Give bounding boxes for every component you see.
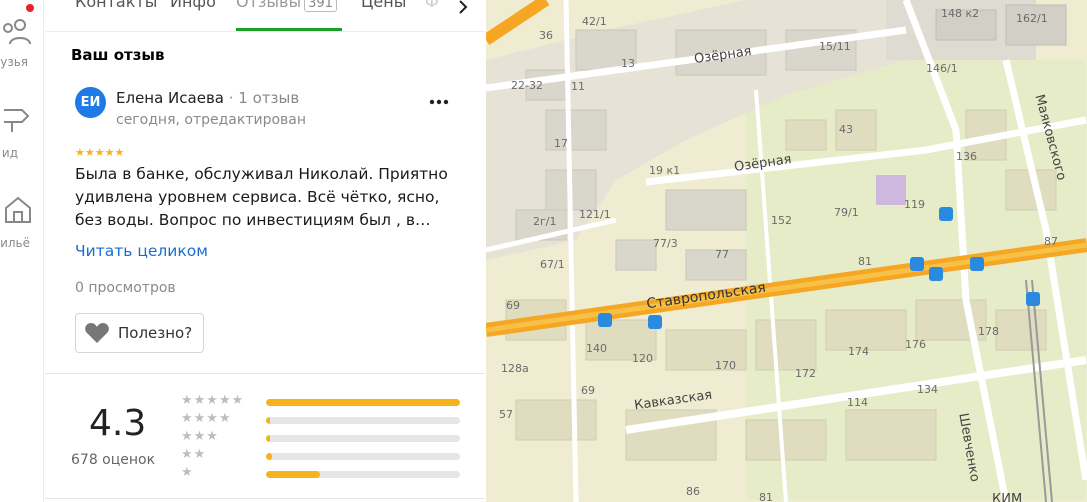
review-author: Елена Исаева · 1 отзыв <box>116 89 299 107</box>
dist-stars: ★★ <box>181 447 207 462</box>
dist-fill <box>266 453 272 460</box>
friends-icon <box>3 19 31 45</box>
house-number: 11 <box>571 80 585 93</box>
house-number: 69 <box>581 384 595 397</box>
house-number: 148 к2 <box>941 7 980 20</box>
rating-count: 678 оценок <box>71 452 156 468</box>
house-number: 119 <box>904 198 925 211</box>
author-name[interactable]: Елена Исаева <box>116 89 224 107</box>
house-number: 81 <box>858 255 872 268</box>
author-review-count: · 1 отзыв <box>228 89 300 107</box>
house-number: 87 <box>1044 235 1058 248</box>
rating-value: 4.3 <box>89 403 147 444</box>
house-number: 146/1 <box>926 62 958 75</box>
tab-prices[interactable]: Цены <box>361 0 406 11</box>
guide-icon <box>4 109 30 132</box>
dist-track <box>266 471 460 478</box>
rail-label-friends: узья <box>0 55 28 69</box>
house-number: 81 <box>759 491 773 502</box>
house-number: 128а <box>501 362 529 375</box>
more-options-icon[interactable] <box>427 91 451 113</box>
avatar[interactable]: ЕИ <box>75 87 106 118</box>
tab-reviews[interactable]: Отзывы 391 <box>236 0 337 12</box>
house-number: 19 к1 <box>649 164 681 177</box>
house-number: 134 <box>917 383 938 396</box>
rail-item-guide[interactable]: ид <box>0 90 43 170</box>
read-more-link[interactable]: Читать целиком <box>75 242 208 260</box>
house-number: 152 <box>771 214 792 227</box>
house-number: 79/1 <box>834 206 859 219</box>
house-number: 43 <box>839 123 853 136</box>
tab-info[interactable]: Инфо <box>170 0 216 11</box>
dist-fill <box>266 435 270 442</box>
dist-stars: ★★★★ <box>181 411 232 426</box>
tab-photos[interactable]: Ф <box>425 0 439 11</box>
section-title: Ваш отзыв <box>71 46 165 64</box>
tab-reviews-count: 391 <box>304 0 337 12</box>
house-number: 178 <box>978 325 999 338</box>
heart-icon <box>85 323 109 343</box>
dist-track <box>266 399 460 406</box>
review-date: сегодня, отредактирован <box>116 112 307 128</box>
house-number: 15/11 <box>819 40 851 53</box>
house-number: 42/1 <box>582 15 607 28</box>
dist-fill <box>266 471 321 478</box>
house-number: 77 <box>715 248 729 261</box>
house-number: 77/3 <box>653 237 678 250</box>
divider <box>45 498 485 499</box>
house-number: 36 <box>539 29 553 42</box>
dist-fill <box>266 399 460 406</box>
map[interactable]: Озёрная Озёрная Ставропольская Кавказска… <box>486 0 1087 502</box>
useful-button[interactable]: Полезно? <box>75 313 204 353</box>
house-number: 67/1 <box>540 258 565 271</box>
house-number: 136 <box>956 150 977 163</box>
useful-label: Полезно? <box>118 324 193 342</box>
house-number: 140 <box>586 342 607 355</box>
dist-track <box>266 417 460 424</box>
dist-stars: ★★★★★ <box>181 393 245 408</box>
house-number: 120 <box>632 352 653 365</box>
house-number: 121/1 <box>579 208 611 221</box>
dist-stars: ★ <box>181 465 194 480</box>
house-number: 17 <box>554 137 568 150</box>
house-number: 57 <box>499 408 513 421</box>
tab-reviews-label: Отзывы <box>236 0 302 11</box>
rail-label-housing: ильё <box>0 236 30 250</box>
rail-item-friends[interactable]: узья <box>0 0 43 80</box>
review-text: Была в банке, обслуживал Николай. Приятн… <box>75 165 448 229</box>
house-number: 170 <box>715 359 736 372</box>
map-background <box>486 0 1087 502</box>
house-number: 114 <box>847 396 868 409</box>
dist-track <box>266 435 460 442</box>
rail-item-housing[interactable]: ильё <box>0 180 43 260</box>
review-stars: ★★★★★ <box>75 146 125 159</box>
house-number: 176 <box>905 338 926 351</box>
street-label: КИМ <box>992 492 1023 502</box>
house-number: 13 <box>621 57 635 70</box>
dist-stars: ★★★ <box>181 429 219 444</box>
views-count: 0 просмотров <box>75 280 176 296</box>
house-number: 174 <box>848 345 869 358</box>
rail-label-guide: ид <box>1 146 18 160</box>
left-rail: узья ид ильё <box>0 0 44 502</box>
house-number: 22-32 <box>511 79 543 92</box>
dist-fill <box>266 417 270 424</box>
active-tab-indicator <box>236 28 342 31</box>
housing-icon <box>5 196 31 223</box>
dist-track <box>266 453 460 460</box>
house-number: 162/1 <box>1016 12 1048 25</box>
chevron-right-icon[interactable] <box>455 0 471 16</box>
organization-panel: Контакты Инфо Отзывы 391 Цены Ф Ваш отзыв… <box>45 0 485 502</box>
house-number: 69 <box>506 299 520 312</box>
divider <box>45 373 485 374</box>
house-number: 2г/1 <box>533 215 557 228</box>
tab-contacts[interactable]: Контакты <box>75 0 157 11</box>
house-number: 172 <box>795 367 816 380</box>
tabs-bar: Контакты Инфо Отзывы 391 Цены Ф <box>45 0 485 32</box>
house-number: 86 <box>686 485 700 498</box>
